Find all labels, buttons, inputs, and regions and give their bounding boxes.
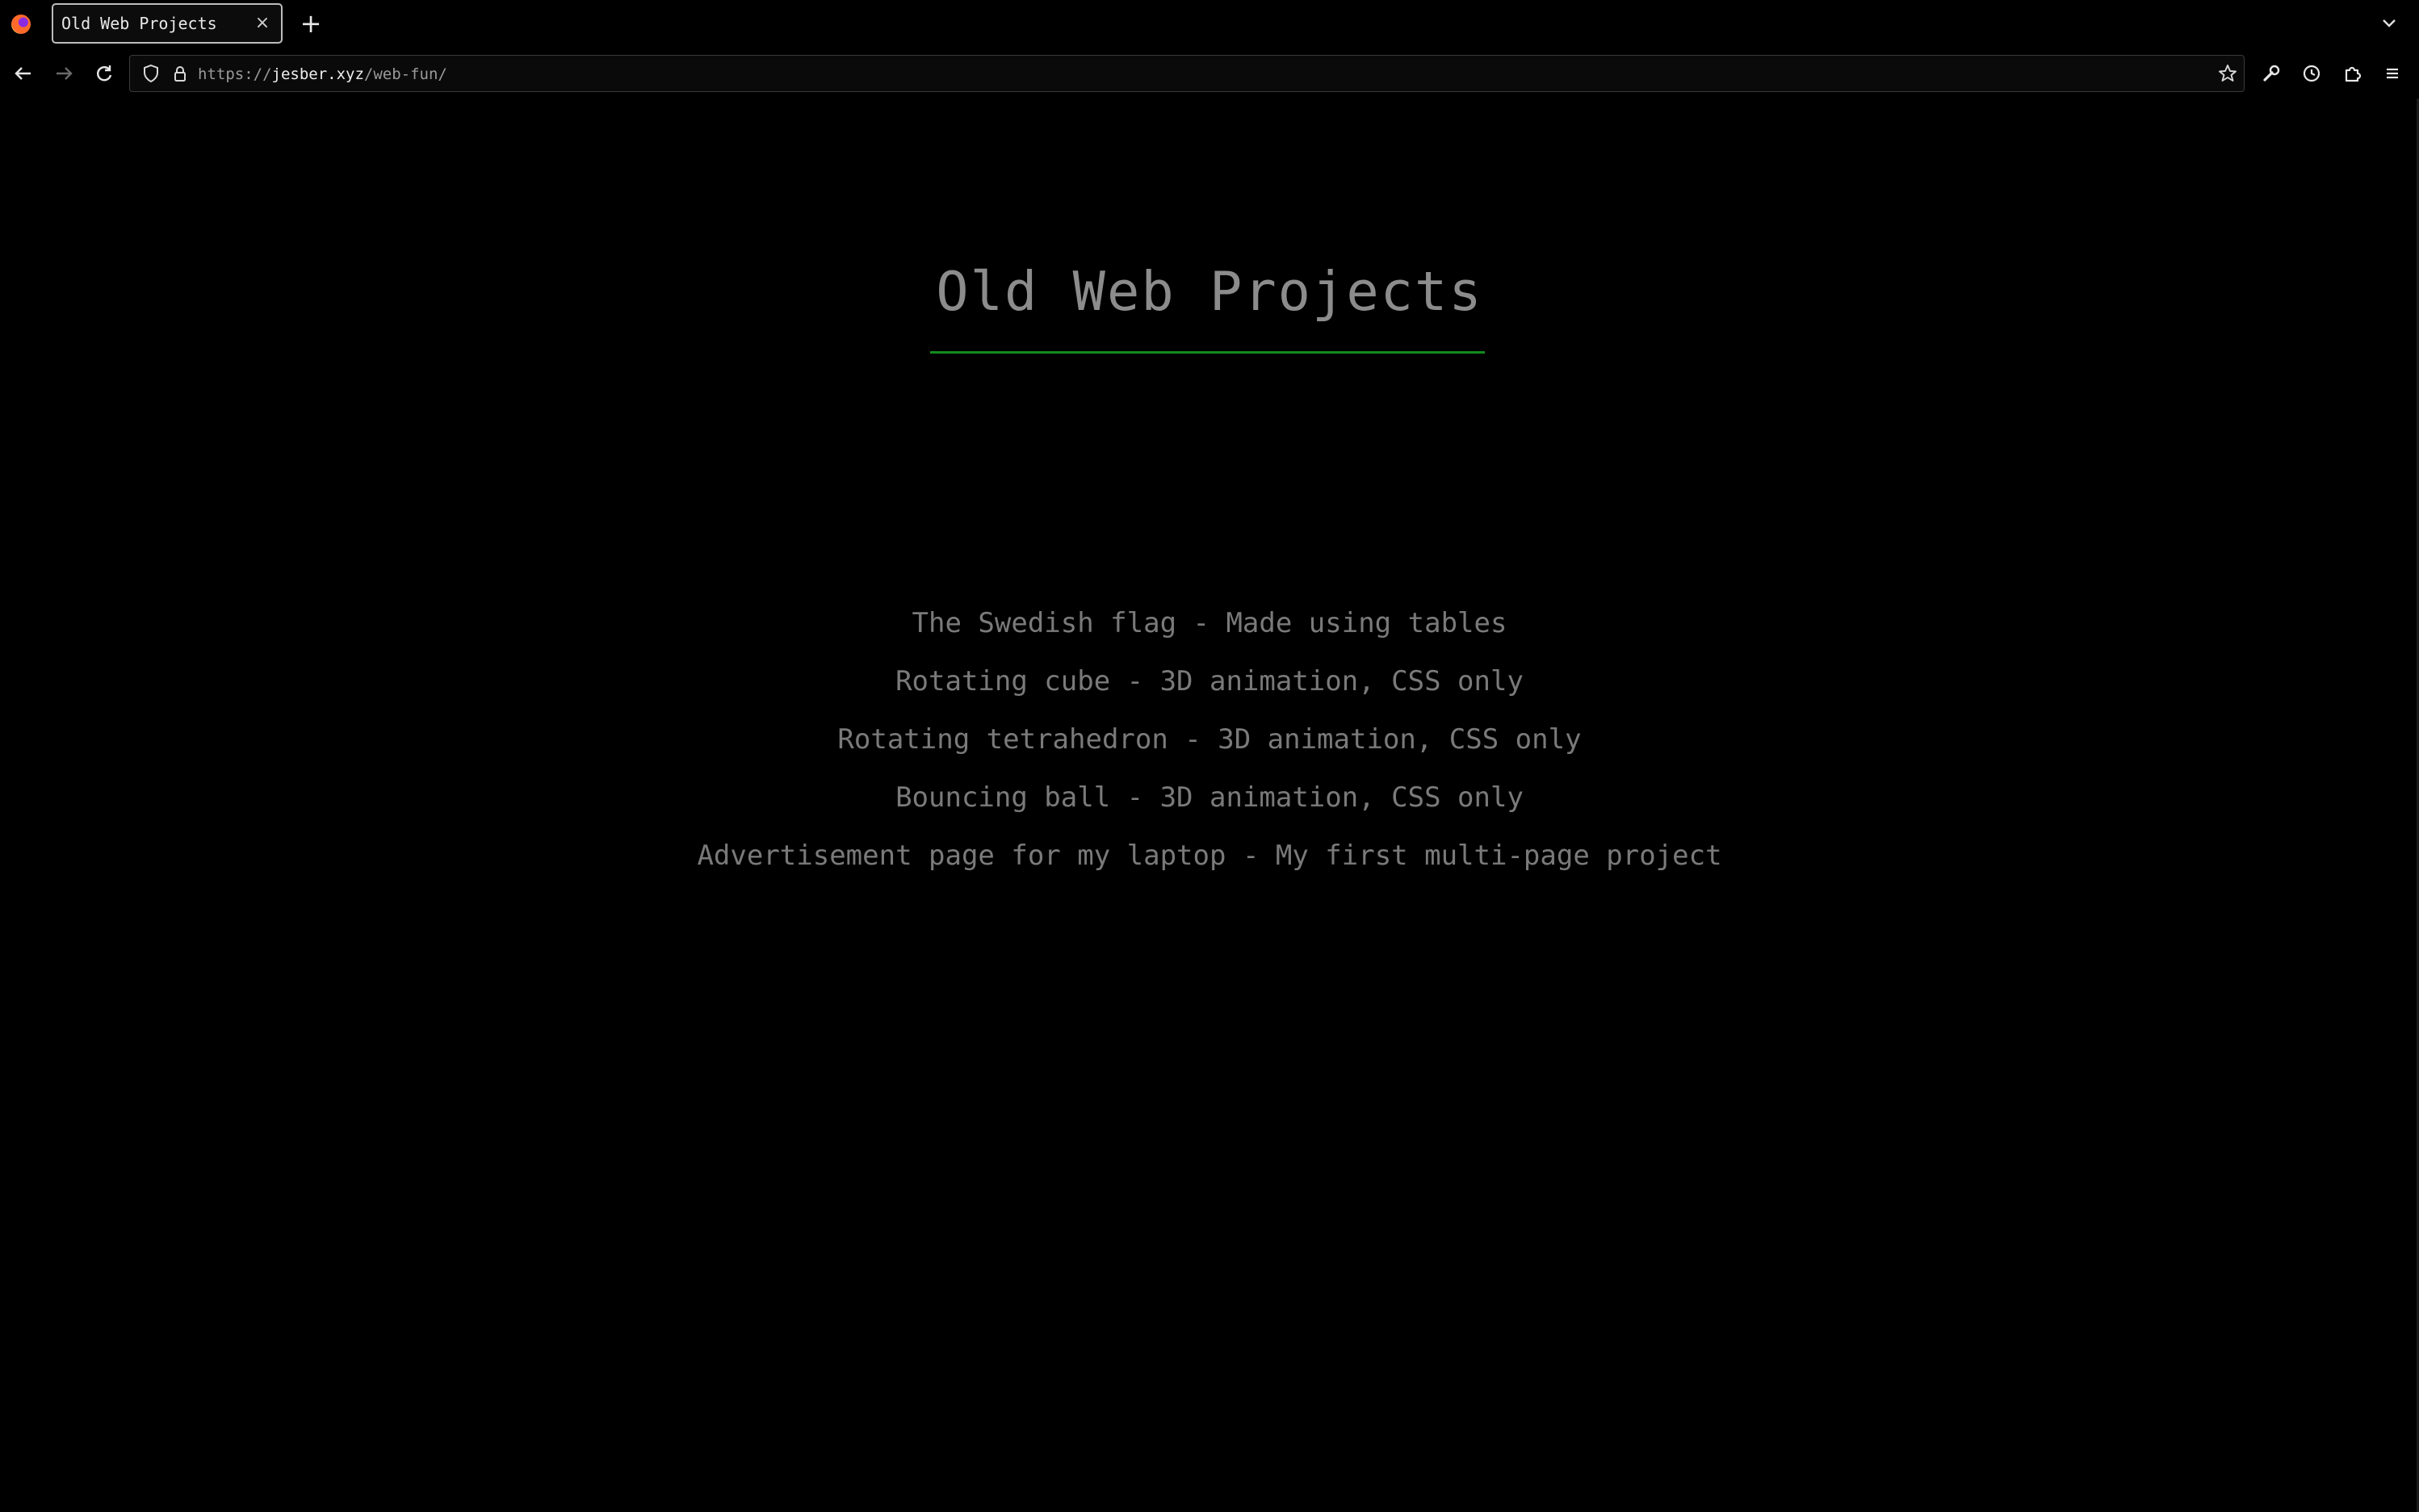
close-icon[interactable]: ×	[252, 13, 273, 34]
page-title: Old Web Projects	[936, 260, 1483, 323]
hamburger-menu-icon[interactable]	[2380, 61, 2404, 86]
list-item: The Swedish flag - Made using tables	[0, 599, 2419, 657]
page-content: Old Web Projects The Swedish flag - Made…	[0, 98, 2419, 1512]
puzzle-icon[interactable]	[2340, 61, 2364, 86]
url-scheme: https://	[198, 65, 272, 83]
url-bar[interactable]: https://jesber.xyz/web-fun/	[129, 55, 2245, 92]
back-arrow-icon[interactable]	[11, 61, 36, 86]
list-item: Rotating cube - 3D animation, CSS only	[0, 657, 2419, 715]
lock-icon[interactable]	[169, 62, 191, 85]
project-link-rotating-tetrahedron[interactable]: Rotating tetrahedron - 3D animation, CSS…	[837, 723, 1581, 756]
project-link-bouncing-ball[interactable]: Bouncing ball - 3D animation, CSS only	[895, 781, 1524, 814]
star-icon[interactable]	[2216, 62, 2239, 85]
clock-icon[interactable]	[2300, 61, 2324, 86]
tab-title: Old Web Projects	[61, 14, 217, 33]
firefox-logo-icon	[11, 15, 31, 34]
url-path: /web-fun/	[363, 65, 447, 83]
project-list: The Swedish flag - Made using tables Rot…	[0, 599, 2419, 890]
tab-active[interactable]: Old Web Projects ×	[52, 3, 283, 44]
project-link-rotating-cube[interactable]: Rotating cube - 3D animation, CSS only	[895, 665, 1524, 697]
new-tab-button[interactable]: +	[299, 10, 323, 37]
list-item: Bouncing ball - 3D animation, CSS only	[0, 773, 2419, 831]
project-link-laptop-advertisement[interactable]: Advertisement page for my laptop - My fi…	[697, 840, 1721, 872]
chevron-down-icon[interactable]	[2377, 11, 2401, 36]
list-item: Advertisement page for my laptop - My fi…	[0, 831, 2419, 890]
tracking-shield-icon[interactable]	[140, 62, 162, 85]
url-text[interactable]: https://jesber.xyz/web-fun/	[198, 64, 447, 85]
title-underline	[930, 351, 1485, 354]
wrench-icon[interactable]	[2259, 61, 2283, 86]
project-link-swedish-flag[interactable]: The Swedish flag - Made using tables	[912, 607, 1507, 639]
forward-arrow-icon[interactable]	[52, 61, 76, 86]
tab-strip: Old Web Projects × +	[0, 0, 2419, 48]
url-host: jesber.xyz	[271, 65, 364, 83]
navigation-bar: https://jesber.xyz/web-fun/	[0, 48, 2419, 98]
reload-icon[interactable]	[92, 61, 116, 86]
list-item: Rotating tetrahedron - 3D animation, CSS…	[0, 715, 2419, 773]
